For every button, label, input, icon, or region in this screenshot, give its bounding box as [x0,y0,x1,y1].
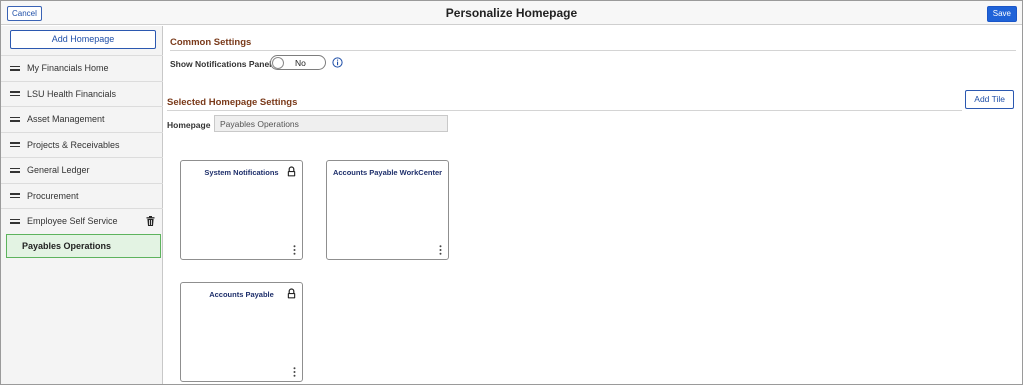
drag-handle-icon[interactable] [10,91,20,97]
sidebar-item-asset-management[interactable]: Asset Management [1,106,163,132]
tile-accounts-payable-workcenter[interactable]: Accounts Payable WorkCenter [326,160,449,260]
sidebar-item-label: Projects & Receivables [27,139,120,150]
tile-title: Accounts Payable WorkCenter [332,168,443,177]
sidebar-item-label: LSU Health Financials [27,88,117,99]
sidebar-item-label: My Financials Home [27,63,109,74]
section-divider [170,50,1016,51]
info-icon[interactable] [332,57,343,68]
toggle-value: No [295,58,306,68]
sidebar-item-label: Asset Management [27,114,105,125]
sidebar-item-label: Payables Operations [22,240,112,251]
sidebar-item-procurement[interactable]: Procurement [1,182,163,209]
drag-handle-icon[interactable] [10,142,20,148]
save-button[interactable]: Save [986,6,1017,22]
homepage-label: Homepage [167,120,211,130]
sidebar-item-payables-operations[interactable]: Payables Operations [6,233,161,258]
section-divider [167,110,962,111]
trash-icon[interactable] [146,216,155,226]
lock-icon [287,166,296,177]
common-settings-title: Common Settings [170,37,252,48]
add-tile-button[interactable]: Add Tile [965,90,1014,109]
notifications-toggle[interactable]: No [270,55,326,70]
homepage-list: My Financials Home LSU Health Financials… [1,55,163,258]
toggle-knob [272,56,284,69]
sidebar-item-label: Procurement [27,190,79,201]
drag-handle-icon[interactable] [10,218,20,224]
cancel-button[interactable]: Cancel [7,6,42,21]
homepage-name-input[interactable] [214,115,448,132]
sidebar-item-label: General Ledger [27,165,90,176]
page-title: Personalize Homepage [445,6,578,20]
selected-homepage-settings-title: Selected Homepage Settings [167,97,298,108]
sidebar-item-general-ledger[interactable]: General Ledger [1,157,163,183]
tile-accounts-payable[interactable]: Accounts Payable [180,282,303,382]
homepage-sidebar: Add Homepage My Financials Home LSU Heal… [1,26,163,384]
more-options-icon[interactable] [439,245,442,255]
drag-handle-icon[interactable] [10,65,20,71]
sidebar-item-my-financials-home[interactable]: My Financials Home [1,55,163,81]
more-options-icon[interactable] [293,245,296,255]
drag-handle-icon[interactable] [10,167,20,173]
tile-title: Accounts Payable [209,290,274,299]
sidebar-item-projects-receivables[interactable]: Projects & Receivables [1,131,163,158]
sidebar-item-employee-self-service[interactable]: Employee Self Service [1,208,163,234]
main-content: Common Settings Show Notifications Panel… [164,26,1022,384]
notifications-label: Show Notifications Panel [170,59,272,69]
drag-handle-icon[interactable] [10,193,20,199]
lock-icon [287,288,296,299]
page-header: Personalize Homepage Cancel Save [1,1,1022,25]
tile-system-notifications[interactable]: System Notifications [180,160,303,260]
tile-title: System Notifications [204,168,279,177]
add-homepage-button[interactable]: Add Homepage [10,30,156,49]
more-options-icon[interactable] [293,367,296,377]
sidebar-item-lsu-health-financials[interactable]: LSU Health Financials [1,80,163,107]
drag-handle-icon[interactable] [10,116,20,122]
sidebar-item-label: Employee Self Service [27,216,118,227]
